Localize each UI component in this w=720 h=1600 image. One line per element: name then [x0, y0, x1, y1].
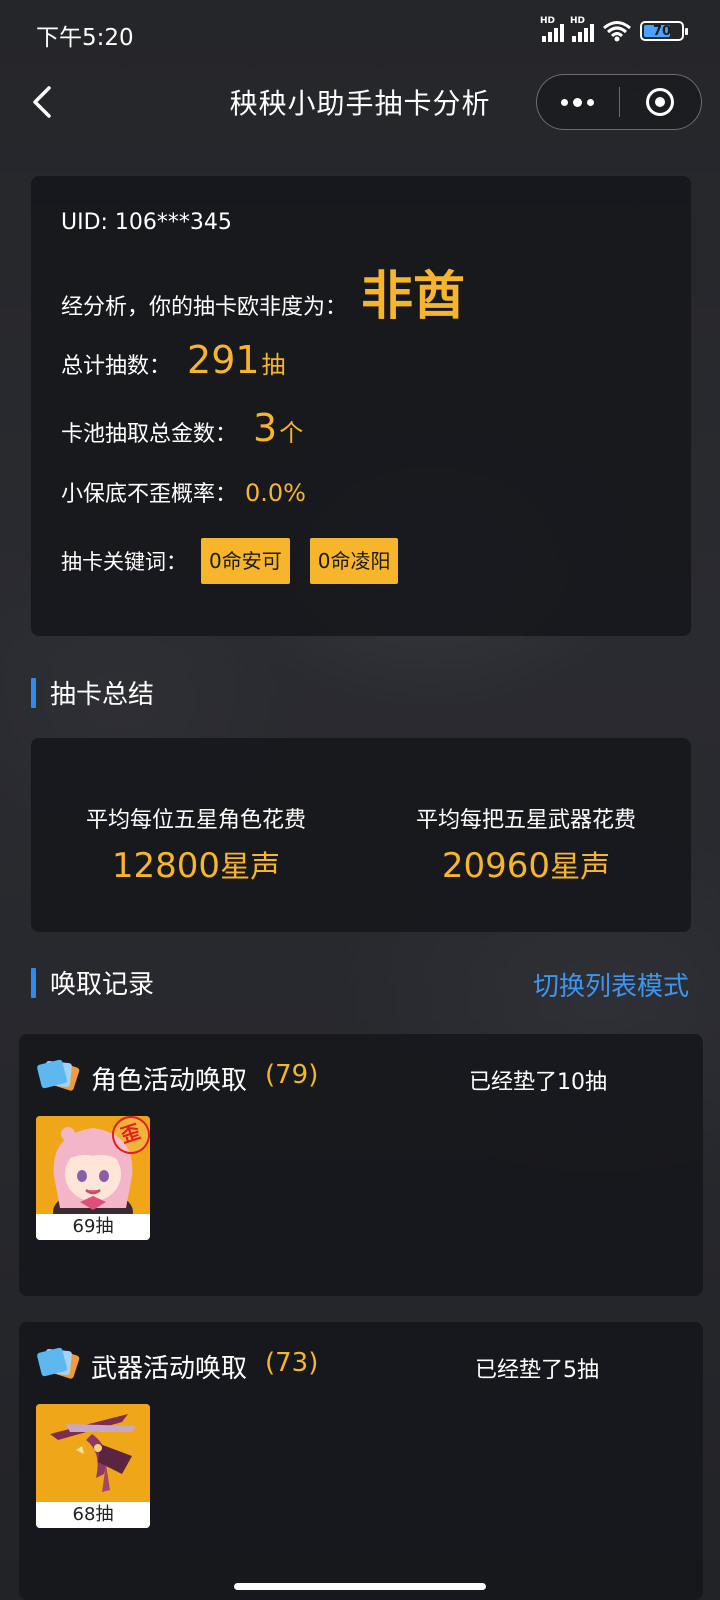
- keyword-tag: 0命安可: [201, 538, 290, 584]
- total-pulls-unit: 抽: [261, 351, 286, 379]
- win-rate-label: 小保底不歪概率：: [61, 482, 238, 507]
- wifi-icon: [603, 21, 631, 42]
- status-bar: 下午5:20 HD HD 70: [0, 0, 720, 64]
- avg-character-label: 平均每位五星角色花费: [85, 808, 306, 833]
- avg-character-value: 12800: [111, 846, 221, 886]
- gold-count-value: 3: [253, 406, 278, 450]
- avg-character-value-line: 12800星声: [31, 842, 361, 886]
- nav-bar: 秧秧小助手抽卡分析: [0, 64, 720, 142]
- status-icons: HD HD 70: [540, 16, 688, 42]
- verdict-row: 经分析，你的抽卡欧非度为： 非酋: [61, 254, 465, 329]
- five-star-item[interactable]: 歪 69抽: [36, 1116, 150, 1240]
- uid-text: UID: 106***345: [61, 210, 232, 235]
- summary-section-header: 抽卡总结: [31, 674, 154, 711]
- keyword-tag: 0命凌阳: [309, 538, 399, 584]
- avg-character-unit: 星声: [220, 850, 281, 885]
- keywords-label: 抽卡关键词：: [61, 550, 187, 574]
- verdict-label: 经分析，你的抽卡欧非度为：: [61, 295, 348, 320]
- more-button[interactable]: [537, 75, 619, 129]
- character-pool-panel: 角色活动唤取 (79) 已经垫了10抽 歪 69抽: [19, 1034, 703, 1296]
- win-rate-row: 小保底不歪概率： 0.0%: [61, 476, 306, 508]
- total-pulls-label: 总计抽数：: [61, 354, 172, 379]
- miniprogram-capsule: [536, 74, 702, 130]
- signal-hd-label-2: HD: [570, 16, 586, 26]
- signal-hd-label: HD: [540, 16, 556, 26]
- more-dots-icon: [561, 98, 569, 106]
- avg-weapon-value: 20960: [441, 846, 551, 886]
- pity-text: 已经垫了5抽: [475, 1358, 599, 1383]
- pool-count: (79): [265, 1060, 319, 1090]
- gold-count-row: 卡池抽取总金数： 3 个: [61, 406, 303, 450]
- section-accent-bar: [31, 677, 36, 708]
- weapon-image: [36, 1404, 150, 1502]
- section-accent-bar: [31, 967, 36, 998]
- records-section-header: 唤取记录: [31, 964, 154, 1001]
- pity-text: 已经垫了10抽: [469, 1070, 607, 1095]
- avg-weapon-unit: 星声: [550, 850, 611, 885]
- keywords-row: 抽卡关键词： 0命安可 0命凌阳: [61, 538, 399, 584]
- total-pulls-value: 291: [187, 338, 260, 382]
- tickets-icon: [37, 1347, 80, 1379]
- signal-icon-2: HD: [570, 16, 594, 42]
- avg-weapon-value-line: 20960星声: [361, 842, 691, 886]
- win-rate-value: 0.0%: [245, 479, 306, 507]
- battery-level: 70: [652, 23, 672, 39]
- five-star-item[interactable]: 68抽: [36, 1404, 150, 1528]
- verdict-value: 非酋: [361, 267, 466, 327]
- summary-section-title: 抽卡总结: [50, 680, 155, 710]
- switch-list-mode-link[interactable]: 切换列表模式: [533, 966, 689, 1003]
- total-pulls-row: 总计抽数： 291 抽: [61, 338, 286, 382]
- avg-character-cost: 平均每位五星角色花费 12800星声: [31, 802, 361, 886]
- gold-count-label: 卡池抽取总金数：: [61, 422, 238, 447]
- tickets-icon: [37, 1059, 80, 1091]
- pool-title: 角色活动唤取: [91, 1066, 248, 1096]
- avg-weapon-cost: 平均每把五星武器花费 20960星声: [361, 802, 691, 886]
- records-section-title: 唤取记录: [50, 970, 155, 1000]
- summary-card: 平均每位五星角色花费 12800星声 平均每把五星武器花费 20960星声: [31, 738, 691, 932]
- gold-count-unit: 个: [279, 419, 304, 447]
- analysis-card: UID: 106***345 经分析，你的抽卡欧非度为： 非酋 总计抽数： 29…: [31, 176, 691, 636]
- battery-icon: 70: [640, 21, 688, 41]
- home-indicator[interactable]: [234, 1583, 486, 1590]
- status-time: 下午5:20: [36, 25, 134, 51]
- avg-weapon-label: 平均每把五星武器花费: [415, 808, 636, 833]
- target-icon: [646, 88, 675, 116]
- item-pulls: 69抽: [36, 1214, 150, 1240]
- weapon-pool-panel: 武器活动唤取 (73) 已经垫了5抽 68抽: [19, 1322, 703, 1600]
- item-pulls: 68抽: [36, 1502, 150, 1528]
- signal-icon: HD: [540, 16, 564, 42]
- close-miniprogram-button[interactable]: [620, 75, 702, 129]
- pool-count: (73): [265, 1348, 319, 1378]
- pool-title: 武器活动唤取: [91, 1354, 248, 1384]
